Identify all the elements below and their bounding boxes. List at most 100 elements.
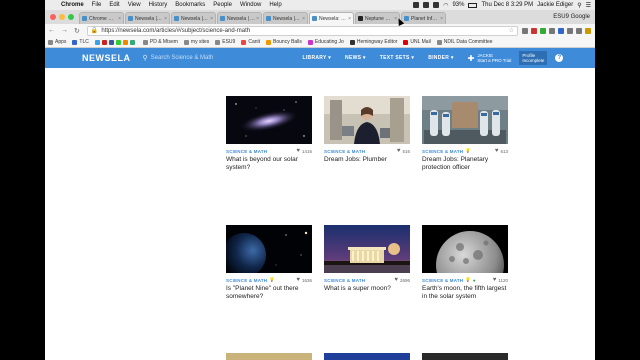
bookmark-educating-jo[interactable]: Educating Jo <box>305 39 347 45</box>
menu-people[interactable]: People <box>209 2 236 8</box>
close-tab-icon[interactable]: × <box>302 16 305 22</box>
close-window-icon[interactable] <box>50 14 56 20</box>
newsela-logo[interactable]: NEWSELA <box>82 53 131 63</box>
minimize-window-icon[interactable] <box>59 14 65 20</box>
article-title[interactable]: What is beyond our solar system? <box>226 156 312 172</box>
menu-edit[interactable]: Edit <box>105 2 123 8</box>
bookmark-pd-mtsem[interactable]: PD & Mtsem <box>140 39 181 45</box>
subject-label[interactable]: SCIENCE & MATH <box>422 278 463 283</box>
menu-chrome[interactable]: Chrome <box>57 2 88 8</box>
forward-icon[interactable]: → <box>58 27 71 34</box>
bookmark-canit[interactable]: Canit <box>238 39 263 45</box>
menu-file[interactable]: File <box>88 2 106 8</box>
back-icon[interactable]: ← <box>45 27 58 34</box>
article-thumbnail-partial[interactable] <box>422 353 508 360</box>
subject-label[interactable]: SCIENCE & MATH <box>226 149 267 154</box>
extension-icon[interactable] <box>576 27 582 34</box>
article-thumbnail-super-moon[interactable] <box>324 225 410 273</box>
subject-label[interactable]: SCIENCE & MATH <box>422 149 463 154</box>
tab-newsela-1[interactable]: Newsela | Dre× <box>125 12 170 24</box>
nav-library[interactable]: LIBRARY ▾ <box>303 55 332 61</box>
search-input[interactable]: ⚲ Search Science & Math <box>143 54 283 62</box>
user-name[interactable]: Jackie Ediger <box>537 2 573 8</box>
google-icon[interactable] <box>115 39 121 45</box>
profile-switcher[interactable]: ESU9 Google <box>553 14 595 24</box>
wifi-icon[interactable]: ◠ <box>443 2 448 9</box>
article-thumbnail-planet-nine[interactable] <box>226 225 312 273</box>
status-icon[interactable] <box>413 2 420 8</box>
article-card[interactable]: SCIENCE & MATH 💡 ♥ 1636 Is "Planet Nine"… <box>226 225 312 301</box>
article-thumbnail-partial[interactable] <box>324 353 410 360</box>
article-title[interactable]: Dream Jobs: Planetary protection officer <box>422 156 508 172</box>
search-icon[interactable]: ⚲ <box>577 2 581 9</box>
bookmark-esu9[interactable]: ESU9 <box>212 39 238 45</box>
article-thumbnail-galaxy[interactable] <box>226 96 312 144</box>
clock[interactable]: Thu Dec 8 3:29 PM <box>481 2 533 8</box>
tab-chrome-web-store[interactable]: Chrome Web S× <box>79 12 124 24</box>
heart-icon[interactable]: ♥ <box>397 148 401 154</box>
article-title[interactable]: Dream Jobs: Plumber <box>324 156 410 164</box>
nav-text-sets[interactable]: TEXT SETS ▾ <box>380 55 414 61</box>
menu-history[interactable]: History <box>145 2 172 8</box>
article-card[interactable]: SCIENCE & MATH ♥ 1416 What is beyond our… <box>226 96 312 172</box>
bookmark-hemingway[interactable]: Hemingway Editor <box>347 39 401 45</box>
url-bar[interactable]: 🔒 https://newsela.com/articles/#/subject… <box>86 25 518 36</box>
reload-icon[interactable]: ↻ <box>71 27 83 35</box>
close-tab-icon[interactable]: × <box>164 16 167 22</box>
close-tab-icon[interactable]: × <box>256 16 259 22</box>
bookmark-bouncy-balls[interactable]: Bouncy Balls <box>263 39 305 45</box>
article-title[interactable]: What is a super moon? <box>324 285 410 293</box>
battery-icon[interactable] <box>468 2 478 8</box>
bookmark-apps[interactable]: Apps <box>45 39 69 45</box>
bookmark-tlc[interactable]: TLC <box>69 39 91 45</box>
article-title[interactable]: Is "Planet Nine" out there somewhere? <box>226 285 312 301</box>
tab-newsela-active[interactable]: Newsela: More× <box>309 12 354 24</box>
heart-icon[interactable]: ♥ <box>296 277 300 283</box>
menu-bookmarks[interactable]: Bookmarks <box>171 2 209 8</box>
bookmark-ndil[interactable]: NDIL Data Committee <box>434 39 496 45</box>
bookmark-unl-mail[interactable]: UNL Mail <box>400 39 433 45</box>
tab-planet-info[interactable]: Planet Info nas× <box>401 12 446 24</box>
menu-view[interactable]: View <box>124 2 145 8</box>
extension-icon[interactable] <box>585 27 591 34</box>
bookmark-my-sites[interactable]: my sites <box>181 39 212 45</box>
subject-label[interactable]: SCIENCE & MATH <box>324 278 365 283</box>
article-card[interactable]: SCIENCE & MATH 💡 ● ♥ 1120 Earth's moon, … <box>422 225 508 301</box>
nav-binder[interactable]: BINDER ▾ <box>428 55 453 61</box>
close-tab-icon[interactable]: × <box>440 16 443 22</box>
article-card[interactable]: SCIENCE & MATH ♥ 516 Dream Jobs: Plumber <box>324 96 410 164</box>
profile-incomplete-button[interactable]: Profile Incomplete <box>519 51 548 65</box>
tab-newsela-2[interactable]: Newsela | Dre× <box>171 12 216 24</box>
extension-icon[interactable] <box>531 27 537 34</box>
article-thumbnail-clean-room[interactable] <box>422 96 508 144</box>
heart-icon[interactable]: ♥ <box>493 277 497 283</box>
extension-icon[interactable] <box>567 27 573 34</box>
subject-label[interactable]: SCIENCE & MATH <box>324 149 365 154</box>
menu-help[interactable]: Help <box>265 2 285 8</box>
extension-icon[interactable] <box>549 27 555 34</box>
maximize-window-icon[interactable] <box>68 14 74 20</box>
article-card[interactable]: SCIENCE & MATH ♥ 2696 What is a super mo… <box>324 225 410 293</box>
subject-label[interactable]: SCIENCE & MATH <box>226 278 267 283</box>
bookmark-icon[interactable] <box>129 39 135 45</box>
article-title[interactable]: Earth's moon, the fifth largest in the s… <box>422 285 508 301</box>
pinterest-icon[interactable] <box>101 39 107 45</box>
extension-icon[interactable] <box>522 27 528 34</box>
article-thumbnail-moon[interactable] <box>422 225 508 273</box>
heart-icon[interactable]: ♥ <box>394 277 398 283</box>
article-card[interactable]: SCIENCE & MATH 💡 ♥ 613 Dream Jobs: Plane… <box>422 96 508 172</box>
account-menu[interactable]: ✚ JACKIE Start a PRO Trial <box>468 53 512 63</box>
tab-neptune-facts[interactable]: Neptune Facts× <box>355 12 400 24</box>
extension-icon[interactable] <box>558 27 564 34</box>
extension-icon[interactable] <box>540 27 546 34</box>
facebook-icon[interactable] <box>108 39 114 45</box>
nav-news[interactable]: NEWS ▾ <box>345 55 366 61</box>
status-icon[interactable] <box>433 2 440 8</box>
help-icon[interactable]: ? <box>555 54 564 62</box>
star-icon[interactable]: ☆ <box>509 27 514 34</box>
menu-window[interactable]: Window <box>236 2 265 8</box>
heart-icon[interactable]: ♥ <box>495 148 499 154</box>
article-thumbnail-partial[interactable] <box>226 353 312 360</box>
close-tab-icon[interactable]: × <box>210 16 213 22</box>
tab-newsela-3[interactable]: Newsela | Adv× <box>217 12 262 24</box>
